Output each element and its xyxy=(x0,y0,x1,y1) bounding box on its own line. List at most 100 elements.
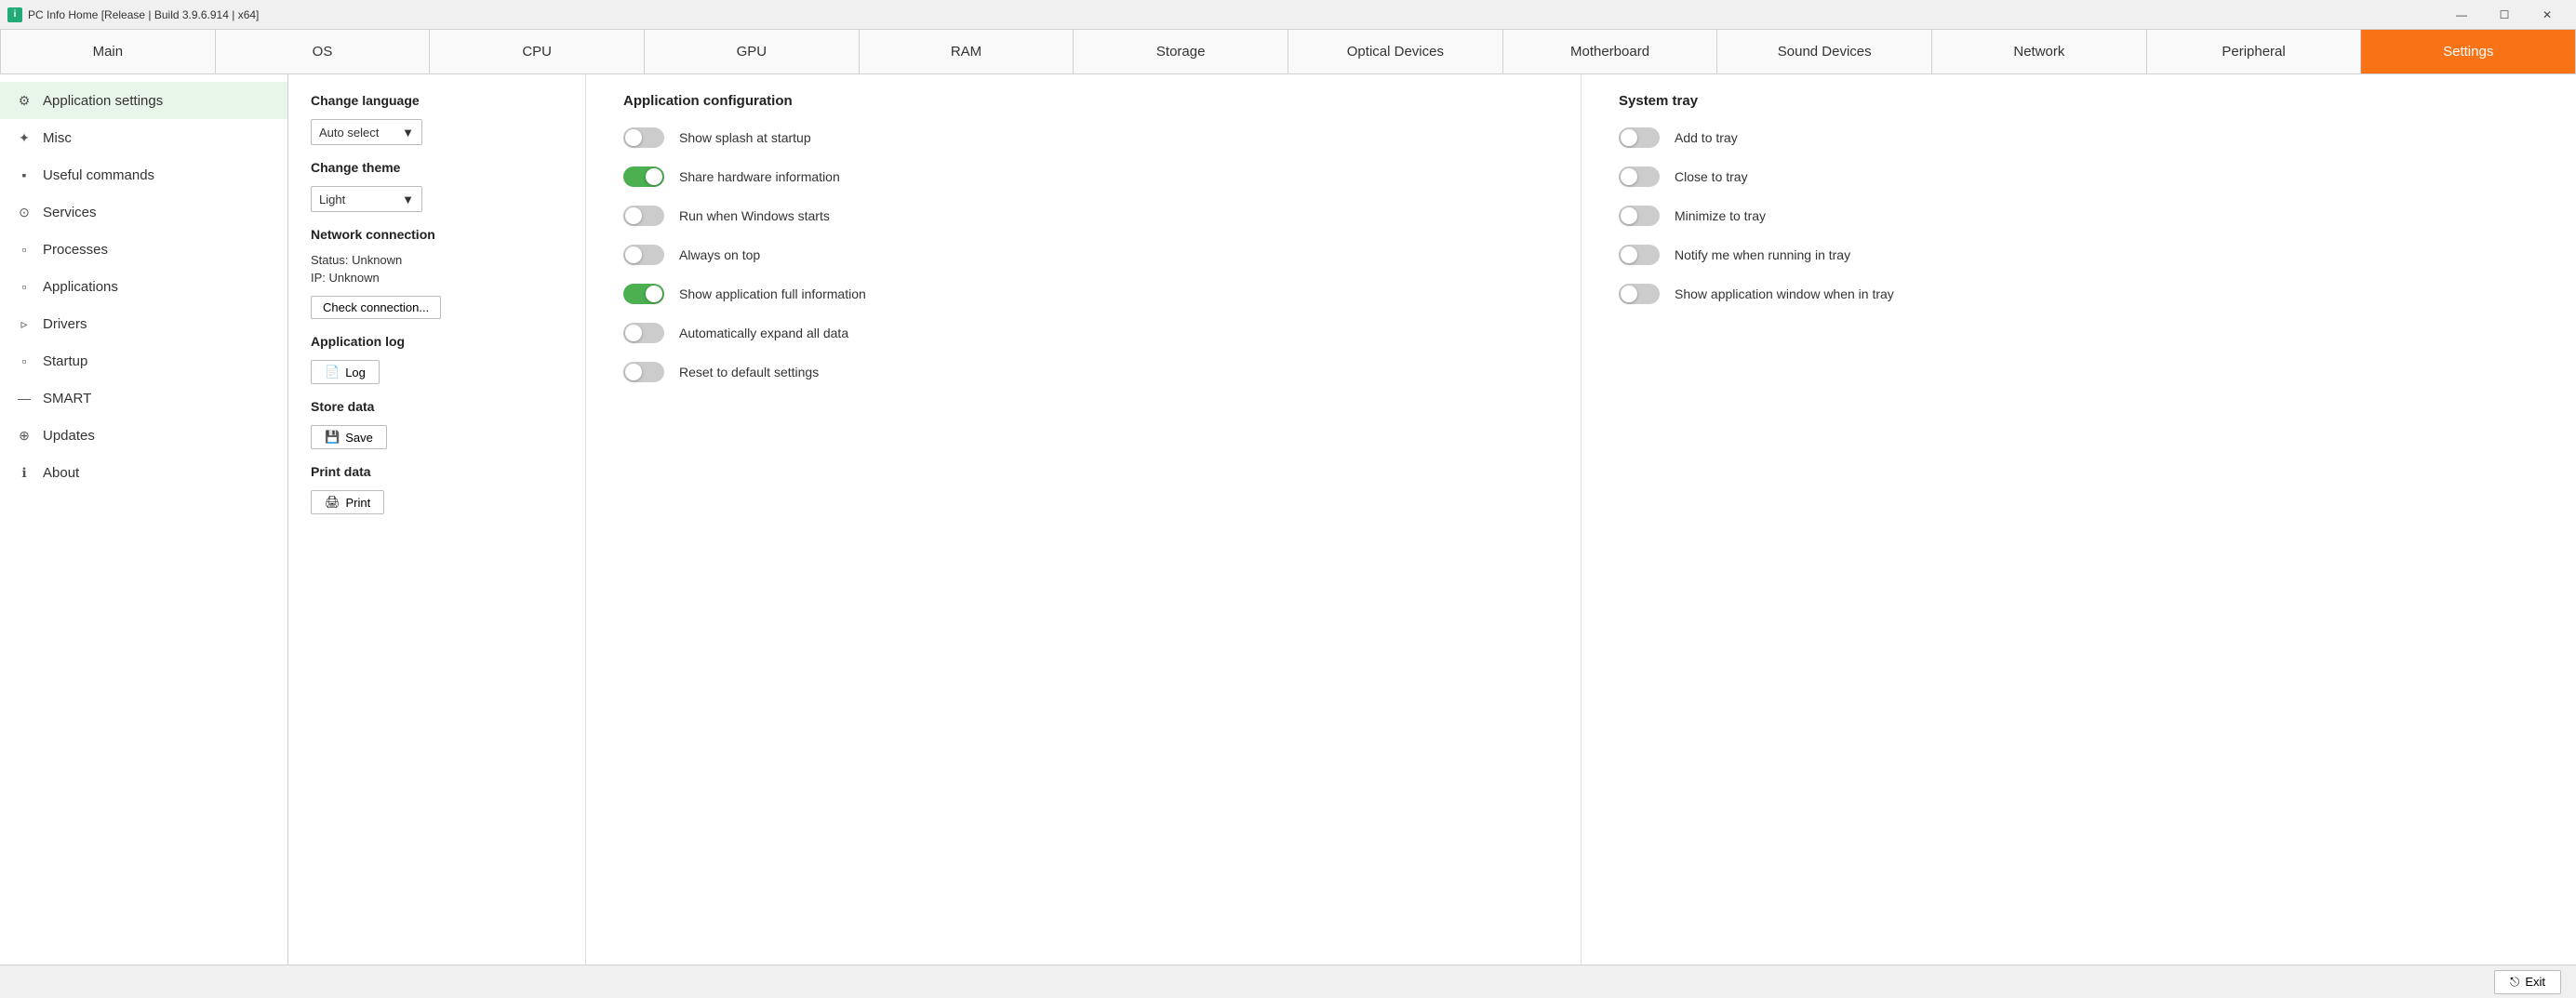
sidebar-label-misc: Misc xyxy=(43,130,72,146)
store-data-heading: Store data xyxy=(311,399,563,414)
toggle-full-info[interactable] xyxy=(623,284,664,304)
toggle-knob-notify-tray xyxy=(1621,246,1637,263)
tab-settings[interactable]: Settings xyxy=(2361,30,2576,73)
toggle-knob-always-on-top xyxy=(625,246,642,263)
theme-dropdown[interactable]: Light ▼ xyxy=(311,186,422,212)
toggle-knob-close-to-tray xyxy=(1621,168,1637,185)
config-row-minimize-to-tray: Minimize to tray xyxy=(1619,206,2539,226)
sidebar: ⚙ Application settings ✦ Misc ▪ Useful c… xyxy=(0,74,288,965)
toggle-reset-default[interactable] xyxy=(623,362,664,382)
footer: ⎋ Exit xyxy=(0,965,2576,998)
startup-icon: ▫ xyxy=(15,352,33,370)
toggle-run-windows[interactable] xyxy=(623,206,664,226)
save-label: Save xyxy=(345,431,373,445)
label-show-splash: Show splash at startup xyxy=(679,130,811,145)
network-ip: IP: Unknown xyxy=(311,271,563,285)
toggle-knob-full-info xyxy=(646,286,662,302)
label-full-info: Show application full information xyxy=(679,286,866,301)
content-area: Change language Auto select ▼ Change the… xyxy=(288,74,2576,965)
check-connection-button[interactable]: Check connection... xyxy=(311,296,441,319)
print-button[interactable]: 🖨 Print xyxy=(311,490,384,514)
sidebar-label-startup: Startup xyxy=(43,353,87,369)
toggle-show-window-tray[interactable] xyxy=(1619,284,1660,304)
config-row-share-hardware: Share hardware information xyxy=(623,166,1543,187)
tab-os[interactable]: OS xyxy=(216,30,431,73)
tab-gpu[interactable]: GPU xyxy=(645,30,860,73)
sidebar-item-application-settings[interactable]: ⚙ Application settings xyxy=(0,82,287,119)
sidebar-label-smart: SMART xyxy=(43,391,91,406)
toggle-knob-minimize-to-tray xyxy=(1621,207,1637,224)
config-row-expand-all: Automatically expand all data xyxy=(623,323,1543,343)
tab-ram[interactable]: RAM xyxy=(860,30,1074,73)
save-button[interactable]: 💾 Save xyxy=(311,425,387,449)
print-icon: 🖨 xyxy=(325,495,340,510)
tab-motherboard[interactable]: Motherboard xyxy=(1503,30,1718,73)
toggle-knob-expand-all xyxy=(625,325,642,341)
label-expand-all: Automatically expand all data xyxy=(679,326,848,340)
tab-peripheral[interactable]: Peripheral xyxy=(2147,30,2362,73)
label-run-windows: Run when Windows starts xyxy=(679,208,830,223)
toggle-notify-tray[interactable] xyxy=(1619,245,1660,265)
tab-sound-devices[interactable]: Sound Devices xyxy=(1717,30,1932,73)
language-dropdown-arrow: ▼ xyxy=(402,126,414,140)
network-status: Status: Unknown xyxy=(311,253,563,267)
applications-icon: ▫ xyxy=(15,277,33,296)
network-connection-heading: Network connection xyxy=(311,227,563,242)
toggle-knob-share-hardware xyxy=(646,168,662,185)
application-log-heading: Application log xyxy=(311,334,563,349)
config-row-reset-default: Reset to default settings xyxy=(623,362,1543,382)
tab-main[interactable]: Main xyxy=(0,30,216,73)
sidebar-label-about: About xyxy=(43,465,79,481)
nav-tabs: Main OS CPU GPU RAM Storage Optical Devi… xyxy=(0,30,2576,74)
sidebar-item-misc[interactable]: ✦ Misc xyxy=(0,119,287,156)
minimize-button[interactable]: — xyxy=(2440,0,2483,30)
sidebar-item-drivers[interactable]: ▹ Drivers xyxy=(0,305,287,342)
exit-button[interactable]: ⎋ Exit xyxy=(2494,970,2561,994)
toggle-close-to-tray[interactable] xyxy=(1619,166,1660,187)
settings-panel-left: Change language Auto select ▼ Change the… xyxy=(288,74,586,965)
toggle-expand-all[interactable] xyxy=(623,323,664,343)
theme-value: Light xyxy=(319,193,345,206)
toggle-share-hardware[interactable] xyxy=(623,166,664,187)
label-minimize-to-tray: Minimize to tray xyxy=(1675,208,1766,223)
sidebar-item-applications[interactable]: ▫ Applications xyxy=(0,268,287,305)
updates-icon: ⊕ xyxy=(15,426,33,445)
sidebar-item-updates[interactable]: ⊕ Updates xyxy=(0,417,287,454)
sidebar-item-useful-commands[interactable]: ▪ Useful commands xyxy=(0,156,287,193)
tab-cpu[interactable]: CPU xyxy=(430,30,645,73)
toggle-minimize-to-tray[interactable] xyxy=(1619,206,1660,226)
label-reset-default: Reset to default settings xyxy=(679,365,819,379)
config-row-run-windows: Run when Windows starts xyxy=(623,206,1543,226)
label-show-window-tray: Show application window when in tray xyxy=(1675,286,1894,301)
exit-icon: ⎋ xyxy=(2510,975,2519,990)
print-label: Print xyxy=(346,496,371,510)
sidebar-item-smart[interactable]: — SMART xyxy=(0,379,287,417)
tab-storage[interactable]: Storage xyxy=(1074,30,1288,73)
label-always-on-top: Always on top xyxy=(679,247,760,262)
tab-optical-devices[interactable]: Optical Devices xyxy=(1288,30,1503,73)
language-dropdown[interactable]: Auto select ▼ xyxy=(311,119,422,145)
sidebar-item-startup[interactable]: ▫ Startup xyxy=(0,342,287,379)
tab-network[interactable]: Network xyxy=(1932,30,2147,73)
drivers-icon: ▹ xyxy=(15,314,33,333)
toggle-show-splash[interactable] xyxy=(623,127,664,148)
toggle-knob-show-window-tray xyxy=(1621,286,1637,302)
close-button[interactable]: ✕ xyxy=(2526,0,2569,30)
restore-button[interactable]: ☐ xyxy=(2483,0,2526,30)
toggle-add-to-tray[interactable] xyxy=(1619,127,1660,148)
main-layout: ⚙ Application settings ✦ Misc ▪ Useful c… xyxy=(0,74,2576,965)
sidebar-item-about[interactable]: ℹ About xyxy=(0,454,287,491)
change-language-heading: Change language xyxy=(311,93,563,108)
sidebar-item-processes[interactable]: ▫ Processes xyxy=(0,231,287,268)
toggle-knob-run-windows xyxy=(625,207,642,224)
sidebar-item-services[interactable]: ⊙ Services xyxy=(0,193,287,231)
toggle-always-on-top[interactable] xyxy=(623,245,664,265)
log-button[interactable]: 📄 Log xyxy=(311,360,380,384)
save-icon: 💾 xyxy=(325,430,340,445)
config-row-always-on-top: Always on top xyxy=(623,245,1543,265)
toggle-knob-show-splash xyxy=(625,129,642,146)
log-icon: 📄 xyxy=(325,365,340,379)
sidebar-label-processes: Processes xyxy=(43,242,108,258)
print-data-heading: Print data xyxy=(311,464,563,479)
smart-icon: — xyxy=(15,389,33,407)
